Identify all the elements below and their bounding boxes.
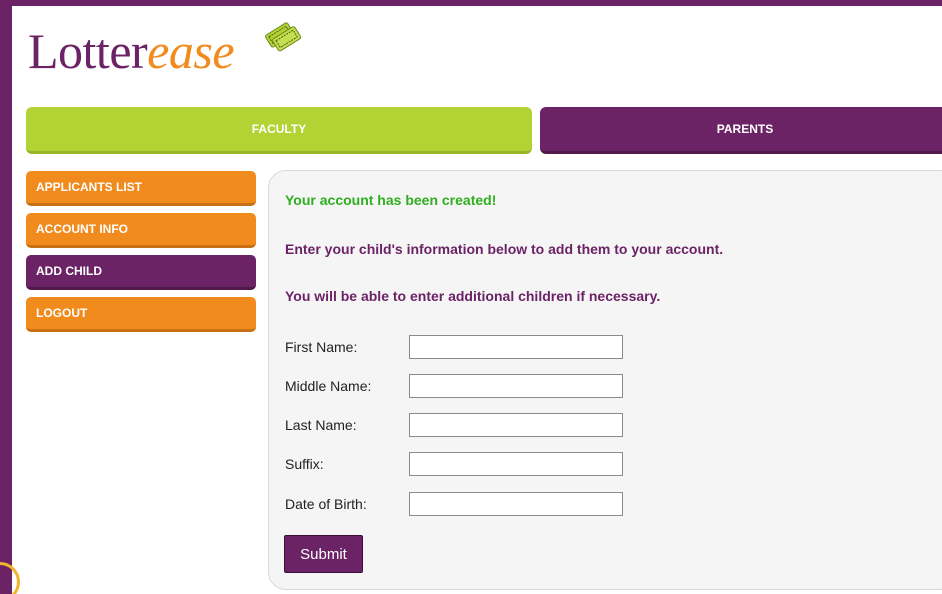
suffix-label: Suffix: <box>285 456 324 472</box>
logo-text-lotter: Lotter <box>28 23 148 79</box>
last-name-row: Last Name: <box>285 413 685 437</box>
instruction-text: Enter your child's information below to … <box>285 241 724 257</box>
sidebar-item-account-info[interactable]: ACCOUNT INFO <box>26 213 256 248</box>
sidebar-item-label: ADD CHILD <box>36 264 102 278</box>
sidebar-item-add-child[interactable]: ADD CHILD <box>26 255 256 290</box>
sidebar-item-logout[interactable]: LOGOUT <box>26 297 256 332</box>
date-of-birth-input[interactable] <box>409 492 623 516</box>
middle-name-row: Middle Name: <box>285 374 685 398</box>
suffix-row: Suffix: <box>285 452 685 476</box>
tab-faculty[interactable]: FACULTY <box>26 107 532 154</box>
tab-parents-label: PARENTS <box>716 122 774 136</box>
page: Lotterease FACULTY PARENTS APPLICANTS LI… <box>12 6 942 594</box>
middle-name-label: Middle Name: <box>285 378 372 394</box>
sidebar-item-label: ACCOUNT INFO <box>36 222 128 236</box>
first-name-row: First Name: <box>285 335 685 359</box>
tab-parents[interactable]: PARENTS <box>540 107 942 154</box>
sidebar-nav: APPLICANTS LIST ACCOUNT INFO ADD CHILD L… <box>26 171 256 339</box>
sidebar-item-applicants-list[interactable]: APPLICANTS LIST <box>26 171 256 206</box>
suffix-input[interactable] <box>409 452 623 476</box>
submit-button[interactable]: Submit <box>284 535 363 573</box>
logo-text-ease: ease <box>147 23 235 79</box>
last-name-input[interactable] <box>409 413 623 437</box>
lottery-tickets-icon <box>265 22 302 52</box>
first-name-label: First Name: <box>285 339 358 355</box>
add-child-panel: Your account has been created! Enter you… <box>268 170 942 590</box>
date-of-birth-label: Date of Birth: <box>285 496 367 512</box>
tab-faculty-label: FACULTY <box>251 122 307 136</box>
last-name-label: Last Name: <box>285 417 357 433</box>
first-name-input[interactable] <box>409 335 623 359</box>
date-of-birth-row: Date of Birth: <box>285 492 685 516</box>
success-message: Your account has been created! <box>285 192 497 208</box>
sidebar-item-label: LOGOUT <box>36 306 88 320</box>
note-text: You will be able to enter additional chi… <box>285 288 661 304</box>
middle-name-input[interactable] <box>409 374 623 398</box>
logo: Lotterease <box>28 23 235 79</box>
sidebar-item-label: APPLICANTS LIST <box>36 180 143 194</box>
